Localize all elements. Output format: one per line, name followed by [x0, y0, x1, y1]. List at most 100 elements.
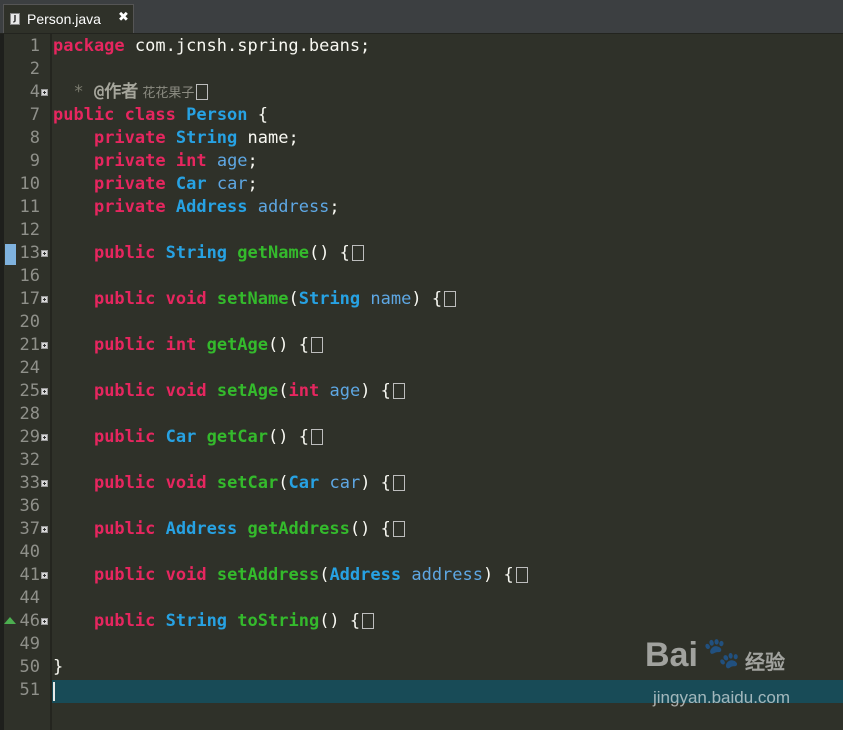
code-line[interactable]: private int age;	[53, 150, 258, 173]
java-file-icon: J	[10, 13, 20, 25]
code-line[interactable]: public class Person {	[53, 104, 268, 127]
code-editor[interactable]: 1 package com.jcnsh.spring.beans; 2 4 * @作者…	[0, 34, 843, 730]
code-line[interactable]: public void setAge(int age) {	[53, 380, 405, 403]
code-line[interactable]: public void setName(String name) {	[53, 288, 457, 311]
folded-block-icon[interactable]	[392, 383, 405, 399]
folded-block-icon[interactable]	[310, 337, 323, 353]
fold-expand-icon[interactable]	[41, 388, 48, 395]
folded-block-icon[interactable]	[444, 291, 457, 307]
fold-expand-icon[interactable]	[41, 434, 48, 441]
fold-expand-icon[interactable]	[41, 480, 48, 487]
editor-tab-bar: J Person.java ✖	[0, 0, 843, 34]
line-number: 46	[19, 611, 40, 631]
line-number: 7	[29, 105, 40, 125]
code-line[interactable]: package com.jcnsh.spring.beans;	[53, 35, 370, 58]
code-line[interactable]: public String getName() {	[53, 242, 364, 265]
code-token: int	[165, 335, 197, 355]
code-token: }	[53, 657, 64, 677]
code-line[interactable]: }	[53, 656, 63, 679]
code-line[interactable]: * @作者 花花果子	[53, 81, 209, 104]
code-token: address	[257, 197, 330, 217]
code-token: String	[165, 243, 228, 263]
watermark-suffix: 经验	[745, 650, 785, 674]
folded-block-icon[interactable]	[351, 245, 364, 261]
fold-expand-icon[interactable]	[41, 572, 48, 579]
folded-block-icon[interactable]	[392, 475, 405, 491]
code-token: toString	[237, 611, 320, 631]
line-number: 51	[19, 680, 40, 700]
fold-expand-icon[interactable]	[41, 526, 48, 533]
code-line[interactable]: public Address getAddress() {	[53, 518, 405, 541]
fold-expand-icon[interactable]	[41, 618, 48, 625]
code-token: () {	[268, 427, 309, 447]
folded-block-icon[interactable]	[362, 613, 375, 629]
code-token: void	[165, 381, 207, 401]
baidu-jingyan-watermark: Bai 🐾 经验 jingyan.baidu.com	[645, 636, 835, 716]
code-token: ) {	[483, 565, 514, 585]
line-number: 9	[29, 151, 40, 171]
folded-block-icon[interactable]	[196, 84, 209, 100]
code-token: public	[93, 381, 156, 401]
tab-person-java[interactable]: J Person.java ✖	[3, 4, 134, 33]
code-token: @作者	[93, 82, 139, 102]
fold-expand-icon[interactable]	[41, 89, 48, 96]
code-token: void	[165, 565, 207, 585]
code-token: getCar	[206, 427, 269, 447]
close-icon[interactable]: ✖	[118, 10, 129, 25]
line-number: 21	[19, 335, 40, 355]
line-number: 36	[19, 496, 40, 516]
code-token: Person	[186, 105, 248, 125]
code-token: age	[216, 151, 248, 171]
code-line[interactable]: public String toString() {	[53, 610, 375, 633]
code-token: () {	[319, 611, 361, 631]
line-number: 2	[29, 59, 40, 79]
code-line[interactable]: public void setCar(Car car) {	[53, 472, 405, 495]
fold-expand-icon[interactable]	[41, 250, 48, 257]
folded-block-icon[interactable]	[515, 567, 528, 583]
line-number: 32	[19, 450, 40, 470]
line-number: 8	[29, 128, 40, 148]
code-token: class	[124, 105, 176, 125]
code-token: void	[165, 473, 207, 493]
code-line[interactable]: private Address address;	[53, 196, 340, 219]
code-token: String	[298, 289, 361, 309]
folded-block-icon[interactable]	[392, 521, 405, 537]
folded-block-icon[interactable]	[310, 429, 323, 445]
code-token: setName	[216, 289, 289, 309]
code-token: String	[165, 611, 228, 631]
code-token: Car	[175, 174, 207, 194]
fold-expand-icon[interactable]	[41, 296, 48, 303]
code-token: ;	[247, 174, 258, 194]
code-token: String	[175, 128, 238, 148]
code-line[interactable]: private String name;	[53, 127, 299, 150]
fold-expand-icon[interactable]	[41, 342, 48, 349]
line-number: 29	[19, 427, 40, 447]
line-number: 44	[19, 588, 40, 608]
code-line[interactable]: public void setAddress(Address address) …	[53, 564, 528, 587]
code-line[interactable]: public Car getCar() {	[53, 426, 323, 449]
code-line[interactable]: public int getAge() {	[53, 334, 323, 357]
code-token: Car	[288, 473, 320, 493]
code-token: package	[53, 36, 125, 56]
code-token: car	[216, 174, 248, 194]
code-line[interactable]: private Car car;	[53, 173, 258, 196]
